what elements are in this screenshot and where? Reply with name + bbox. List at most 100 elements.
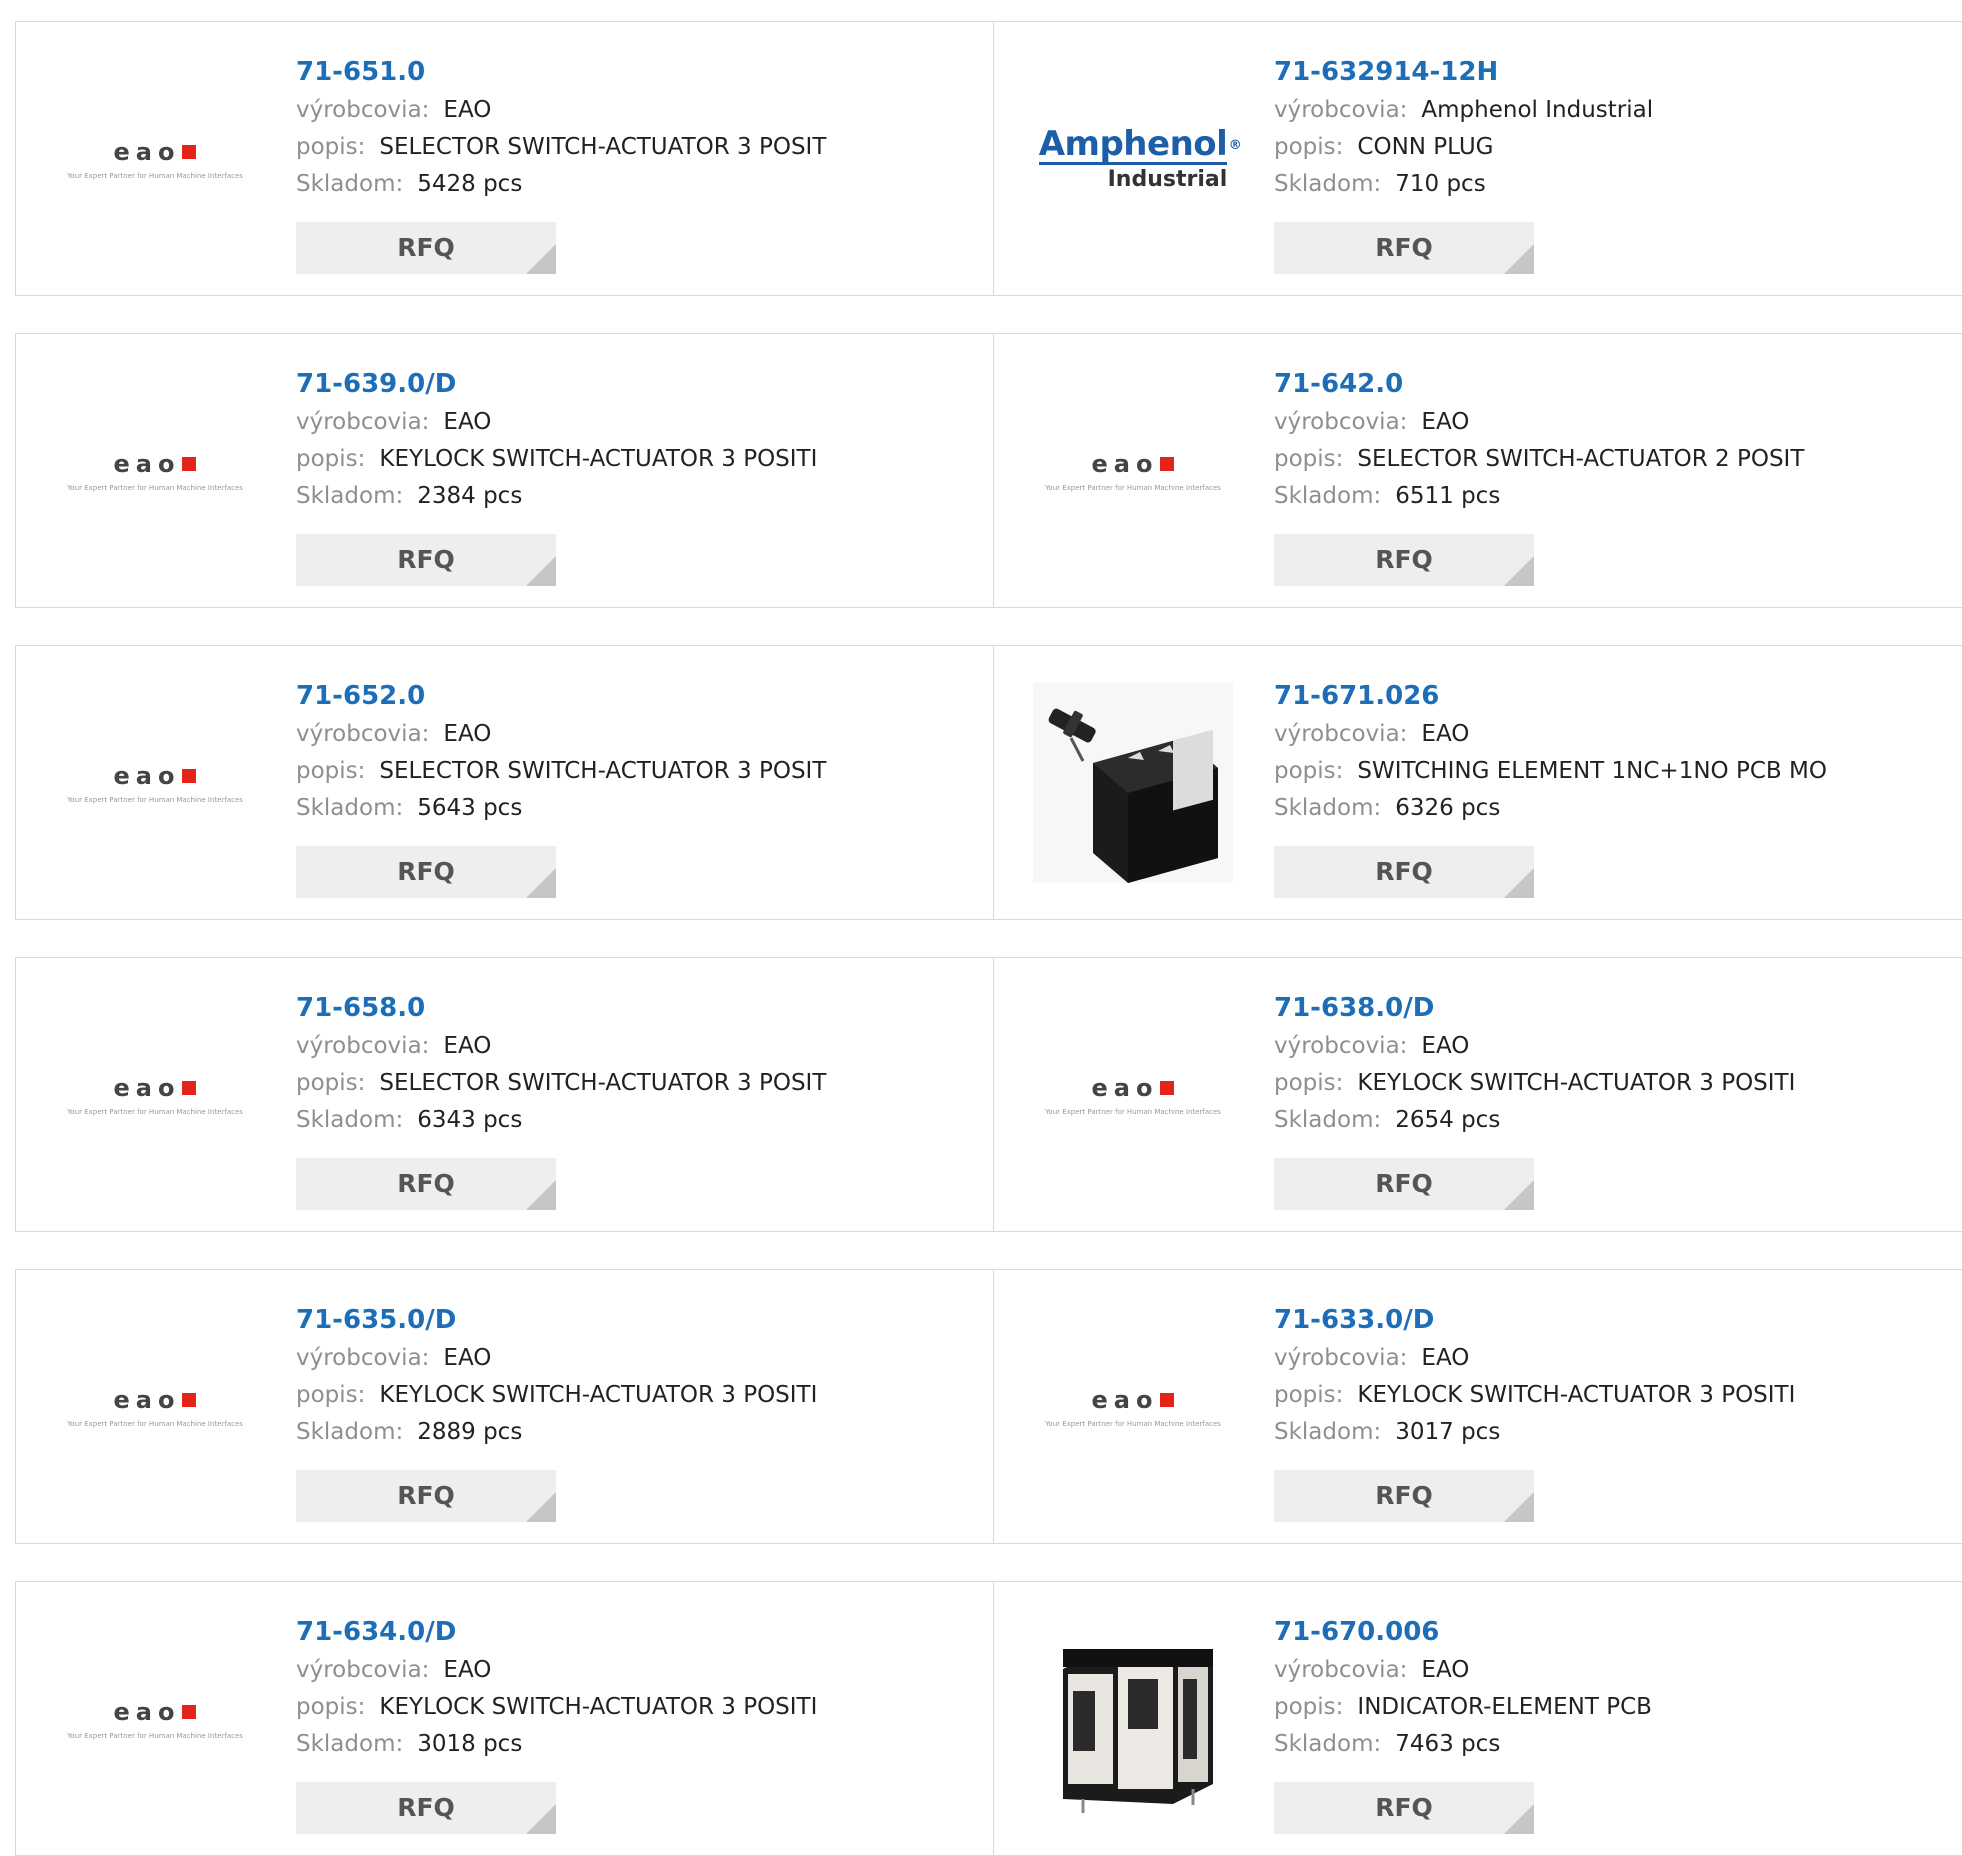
rfq-button[interactable]: RFQ: [296, 1158, 556, 1210]
description-row: popis: SELECTOR SWITCH-ACTUATOR 2 POSIT: [1274, 441, 1804, 478]
part-number-link[interactable]: 71-639.0/D: [296, 364, 817, 404]
stock-value: 7463 pcs: [1395, 1731, 1501, 1757]
part-number-link[interactable]: 71-651.0: [296, 52, 826, 92]
eao-wordmark: eao: [1091, 1386, 1159, 1414]
manufacturer-row: výrobcovia: EAO: [1274, 1340, 1795, 1377]
part-number-link[interactable]: 71-632914-12H: [1274, 52, 1653, 92]
product-thumbnail[interactable]: [1032, 682, 1234, 884]
rfq-button[interactable]: RFQ: [1274, 1470, 1534, 1522]
product-thumbnail[interactable]: eao Your Expert Partner for Human Machin…: [1032, 994, 1234, 1196]
stock-value: 2384 pcs: [417, 483, 523, 509]
corner-triangle-icon: [526, 1492, 556, 1522]
part-number-link[interactable]: 71-634.0/D: [296, 1612, 817, 1652]
rfq-button[interactable]: RFQ: [1274, 534, 1534, 586]
stock-label: Skladom:: [1274, 795, 1382, 821]
rfq-button[interactable]: RFQ: [1274, 846, 1534, 898]
description-label: popis:: [1274, 1070, 1344, 1096]
stock-label: Skladom:: [296, 795, 404, 821]
rfq-button[interactable]: RFQ: [1274, 222, 1534, 274]
part-number-link[interactable]: 71-633.0/D: [1274, 1300, 1795, 1340]
product-grid: eao Your Expert Partner for Human Machin…: [15, 21, 1962, 1856]
stock-row: Skladom: 5428 pcs: [296, 166, 826, 203]
manufacturer-value: EAO: [1421, 721, 1470, 747]
part-number-link[interactable]: 71-658.0: [296, 988, 826, 1028]
manufacturer-value: EAO: [443, 1345, 492, 1371]
corner-triangle-icon: [1504, 1492, 1534, 1522]
stock-label: Skladom:: [296, 1419, 404, 1445]
eao-logo: eao Your Expert Partner for Human Machin…: [1032, 1074, 1234, 1116]
eao-tagline: Your Expert Partner for Human Machine In…: [67, 1420, 243, 1428]
corner-triangle-icon: [526, 556, 556, 586]
description-label: popis:: [296, 1694, 366, 1720]
product-card: eao Your Expert Partner for Human Machin…: [994, 1269, 1962, 1544]
product-card: Amphenol ® Industrial 71-632914-12H výrob…: [994, 21, 1962, 296]
description-value: CONN PLUG: [1357, 134, 1494, 160]
eao-red-square-icon: [182, 769, 197, 783]
description-label: popis:: [1274, 1694, 1344, 1720]
description-row: popis: KEYLOCK SWITCH-ACTUATOR 3 POSITI: [296, 441, 817, 478]
stock-row: Skladom: 5643 pcs: [296, 790, 826, 827]
product-thumbnail[interactable]: eao Your Expert Partner for Human Machin…: [1032, 1306, 1234, 1508]
product-thumbnail[interactable]: eao Your Expert Partner for Human Machin…: [1032, 370, 1234, 572]
manufacturer-row: výrobcovia: EAO: [296, 716, 826, 753]
rfq-button[interactable]: RFQ: [296, 846, 556, 898]
eao-wordmark: eao: [113, 1386, 181, 1414]
rfq-button-label: RFQ: [1375, 545, 1433, 574]
part-number-link[interactable]: 71-638.0/D: [1274, 988, 1795, 1028]
eao-tagline: Your Expert Partner for Human Machine In…: [67, 796, 243, 804]
product-info: 71-642.0 výrobcovia: EAO popis: SELECTOR S…: [1274, 364, 1804, 515]
manufacturer-value: EAO: [1421, 1345, 1470, 1371]
eao-red-square-icon: [182, 457, 197, 471]
product-thumbnail[interactable]: eao Your Expert Partner for Human Machin…: [54, 994, 256, 1196]
description-value: SWITCHING ELEMENT 1NC+1NO PCB MO: [1357, 758, 1827, 784]
corner-triangle-icon: [526, 244, 556, 274]
description-label: popis:: [1274, 134, 1344, 160]
rfq-button[interactable]: RFQ: [1274, 1158, 1534, 1210]
product-thumbnail[interactable]: eao Your Expert Partner for Human Machin…: [54, 682, 256, 884]
indicator-element-image: [1033, 1619, 1233, 1819]
description-label: popis:: [1274, 1382, 1344, 1408]
stock-label: Skladom:: [1274, 171, 1382, 197]
rfq-button[interactable]: RFQ: [1274, 1782, 1534, 1834]
product-thumbnail[interactable]: eao Your Expert Partner for Human Machin…: [54, 1618, 256, 1820]
product-thumbnail[interactable]: eao Your Expert Partner for Human Machin…: [54, 370, 256, 572]
eao-red-square-icon: [182, 1081, 197, 1095]
description-row: popis: SELECTOR SWITCH-ACTUATOR 3 POSIT: [296, 129, 826, 166]
stock-value: 6511 pcs: [1395, 483, 1501, 509]
eao-tagline: Your Expert Partner for Human Machine In…: [67, 1108, 243, 1116]
manufacturer-row: výrobcovia: EAO: [1274, 404, 1804, 441]
part-number-link[interactable]: 71-642.0: [1274, 364, 1804, 404]
description-label: popis:: [1274, 758, 1344, 784]
description-label: popis:: [296, 1070, 366, 1096]
product-thumbnail[interactable]: Amphenol ® Industrial: [1032, 58, 1242, 260]
part-number-link[interactable]: 71-652.0: [296, 676, 826, 716]
corner-triangle-icon: [526, 1804, 556, 1834]
product-card: eao Your Expert Partner for Human Machin…: [15, 1581, 994, 1856]
product-thumbnail[interactable]: [1032, 1618, 1234, 1820]
stock-label: Skladom:: [296, 483, 404, 509]
rfq-button[interactable]: RFQ: [296, 534, 556, 586]
stock-row: Skladom: 710 pcs: [1274, 166, 1653, 203]
stock-value: 2654 pcs: [1395, 1107, 1501, 1133]
manufacturer-label: výrobcovia:: [1274, 97, 1408, 123]
rfq-button[interactable]: RFQ: [296, 222, 556, 274]
eao-wordmark: eao: [113, 450, 181, 478]
manufacturer-value: EAO: [443, 409, 492, 435]
product-card: eao Your Expert Partner for Human Machin…: [15, 957, 994, 1232]
rfq-button-label: RFQ: [1375, 233, 1433, 262]
part-number-link[interactable]: 71-670.006: [1274, 1612, 1652, 1652]
product-thumbnail[interactable]: eao Your Expert Partner for Human Machin…: [54, 1306, 256, 1508]
part-number-link[interactable]: 71-635.0/D: [296, 1300, 817, 1340]
stock-value: 3018 pcs: [417, 1731, 523, 1757]
product-card: eao Your Expert Partner for Human Machin…: [15, 645, 994, 920]
manufacturer-label: výrobcovia:: [1274, 721, 1408, 747]
description-row: popis: SELECTOR SWITCH-ACTUATOR 3 POSIT: [296, 1065, 826, 1102]
rfq-button[interactable]: RFQ: [296, 1782, 556, 1834]
product-info: 71-639.0/D výrobcovia: EAO popis: KEYLOCK …: [296, 364, 817, 515]
description-value: SELECTOR SWITCH-ACTUATOR 3 POSIT: [379, 1070, 827, 1096]
part-number-link[interactable]: 71-671.026: [1274, 676, 1827, 716]
rfq-button[interactable]: RFQ: [296, 1470, 556, 1522]
corner-triangle-icon: [526, 868, 556, 898]
product-thumbnail[interactable]: eao Your Expert Partner for Human Machin…: [54, 58, 256, 260]
rfq-button-label: RFQ: [1375, 1169, 1433, 1198]
